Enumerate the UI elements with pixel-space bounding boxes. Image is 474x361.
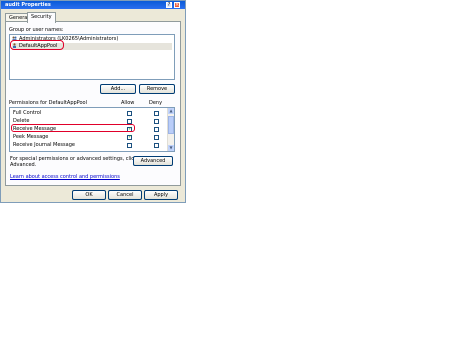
permission-name: Full Control xyxy=(13,110,42,116)
permissions-label: Permissions for DefaultAppPool xyxy=(9,100,88,106)
table-row: Full Control xyxy=(13,110,163,117)
deny-checkbox[interactable] xyxy=(154,119,159,124)
deny-header: Deny xyxy=(149,100,163,106)
add-button[interactable]: Add... xyxy=(100,84,136,94)
title-bar[interactable]: audit Properties ? × xyxy=(1,1,185,9)
permission-highlight-annotation xyxy=(11,124,135,132)
scroll-thumb[interactable] xyxy=(168,116,174,134)
special-permissions-text-2: Advanced. xyxy=(10,162,37,168)
permission-name: Receive Journal Message xyxy=(13,142,75,148)
deny-checkbox[interactable] xyxy=(154,135,159,140)
ok-button[interactable]: OK xyxy=(72,190,106,200)
permissions-scrollbar[interactable]: ▲ ▼ xyxy=(167,108,174,151)
help-button[interactable]: ? xyxy=(166,2,172,8)
allow-header: Allow xyxy=(121,100,135,106)
remove-button[interactable]: Remove xyxy=(139,84,175,94)
deny-checkbox[interactable] xyxy=(154,127,159,132)
groups-label: Group or user names: xyxy=(9,27,64,33)
close-button[interactable]: × xyxy=(174,2,180,8)
table-row: Receive Journal Message xyxy=(13,142,163,149)
tab-security[interactable]: Security xyxy=(27,12,56,23)
learn-more-link[interactable]: Learn about access control and permissio… xyxy=(10,174,120,180)
scroll-down-icon[interactable]: ▼ xyxy=(168,145,174,151)
deny-checkbox[interactable] xyxy=(154,143,159,148)
allow-checkbox[interactable] xyxy=(127,134,132,140)
allow-checkbox[interactable] xyxy=(127,143,132,148)
table-row: Peek Message xyxy=(13,134,163,141)
user-highlight-annotation xyxy=(10,40,64,50)
cancel-button[interactable]: Cancel xyxy=(108,190,142,200)
apply-button[interactable]: Apply xyxy=(144,190,178,200)
allow-checkbox[interactable] xyxy=(127,111,132,116)
permission-name: Peek Message xyxy=(13,134,49,140)
window-title: audit Properties xyxy=(5,2,51,8)
tab-security-label: Security xyxy=(31,14,52,20)
scroll-up-icon[interactable]: ▲ xyxy=(168,108,174,114)
advanced-button[interactable]: Advanced xyxy=(133,156,173,166)
deny-checkbox[interactable] xyxy=(154,111,159,116)
